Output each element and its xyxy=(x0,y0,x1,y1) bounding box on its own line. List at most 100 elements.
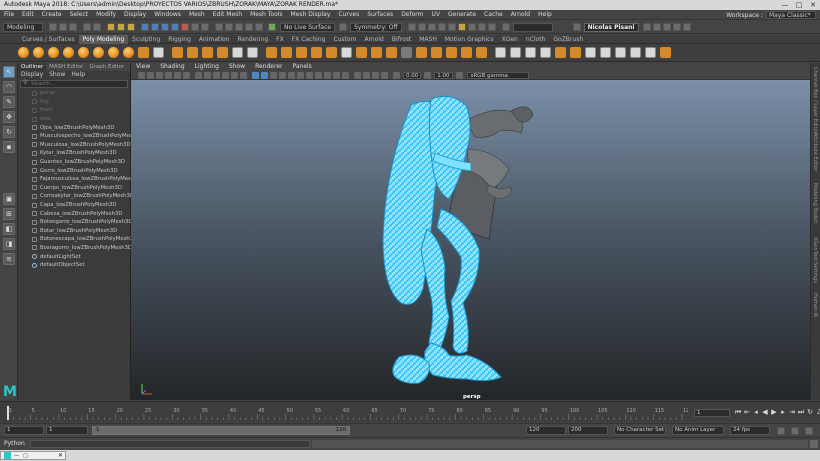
unfold-uv-icon[interactable] xyxy=(600,47,611,58)
minimized-window-min[interactable]: — xyxy=(14,453,19,459)
shelf-tab-bifrost[interactable]: Bifrost xyxy=(388,35,415,44)
snap-to-grid-icon[interactable] xyxy=(215,23,223,31)
combine-icon[interactable] xyxy=(172,47,183,58)
film-gate-icon[interactable] xyxy=(204,71,211,79)
bridge-icon[interactable] xyxy=(281,47,292,58)
outliner-item[interactable]: Capa_lowZBrushPolyMesh3D xyxy=(18,201,130,210)
screen-space-ao-icon[interactable] xyxy=(315,71,322,79)
bevel-icon[interactable] xyxy=(296,47,307,58)
go-to-end-icon[interactable]: ⏭ xyxy=(797,408,805,417)
snap-to-point-icon[interactable] xyxy=(235,23,243,31)
isolate-select-icon[interactable] xyxy=(354,71,361,79)
select-by-surface-icon[interactable] xyxy=(171,23,179,31)
xray-components-icon[interactable] xyxy=(381,71,388,79)
current-frame-field[interactable]: 1 xyxy=(694,409,730,417)
reduce-icon[interactable] xyxy=(247,47,258,58)
snap-to-surface-icon[interactable] xyxy=(245,23,253,31)
viewport-menu-show[interactable]: Show xyxy=(224,63,250,71)
default-material-icon[interactable] xyxy=(270,71,277,79)
outliner-item[interactable]: defaultLightSet xyxy=(18,252,130,261)
hypershade-icon[interactable] xyxy=(457,23,466,31)
playback-end-field[interactable]: 120 xyxy=(526,426,566,435)
viewport-persp[interactable]: View Shading Lighting Show Renderer Pane… xyxy=(131,63,810,400)
outliner-item[interactable]: side xyxy=(18,115,130,124)
outliner-item[interactable]: Ojos_lowZBrushPolyMesh3D xyxy=(18,123,130,132)
menu-select[interactable]: Select xyxy=(66,10,93,20)
spherical-uv-icon[interactable] xyxy=(525,47,536,58)
persp-outliner-layout-icon[interactable]: ◧ xyxy=(3,223,15,235)
exposure-field[interactable]: 0.00 xyxy=(403,71,422,79)
soft-select-icon[interactable] xyxy=(660,47,671,58)
outliner-item[interactable]: Botongorro_lowZBrushPolyMesh3D xyxy=(18,218,132,227)
render-current-frame-icon[interactable] xyxy=(427,23,436,31)
menu-mesh-display[interactable]: Mesh Display xyxy=(287,10,335,20)
gate-mask-icon[interactable] xyxy=(222,71,229,79)
poly-disc-icon[interactable] xyxy=(108,47,119,58)
menu-create[interactable]: Create xyxy=(38,10,66,20)
go-to-start-icon[interactable]: ⏮ xyxy=(734,408,742,417)
2d-pan-zoom-icon[interactable] xyxy=(174,71,181,79)
poly-plane-icon[interactable] xyxy=(93,47,104,58)
snap-to-view-plane-icon[interactable] xyxy=(255,23,263,31)
undo-icon[interactable] xyxy=(83,23,91,31)
character-set-dropdown[interactable]: No Character Set xyxy=(614,426,666,435)
shelf-tab-ncloth[interactable]: nCloth xyxy=(522,35,550,44)
outliner-menu-help[interactable]: Help xyxy=(68,71,88,79)
menu-deform[interactable]: Deform xyxy=(397,10,427,20)
arnold-render-view-icon[interactable] xyxy=(487,23,496,31)
step-back-key-icon[interactable]: ⇤ xyxy=(743,408,751,417)
single-perspective-layout-icon[interactable]: ▣ xyxy=(3,193,15,205)
select-object-icon[interactable] xyxy=(117,23,125,31)
sign-in-icon[interactable] xyxy=(572,23,581,31)
make-hole-icon[interactable] xyxy=(341,47,352,58)
current-time-marker[interactable] xyxy=(7,406,9,420)
loop-icon[interactable]: ↻ xyxy=(806,408,814,417)
shelf-tab-gozbrush[interactable]: GoZBrush xyxy=(549,35,587,44)
tab-attribute-editor[interactable]: Attribute Editor xyxy=(812,133,818,171)
uv-editor-icon[interactable] xyxy=(555,47,566,58)
poly-platonic-icon[interactable] xyxy=(123,47,134,58)
viewport-menu-renderer[interactable]: Renderer xyxy=(250,63,287,71)
uv-shell-icon[interactable] xyxy=(645,47,656,58)
planar-uv-icon[interactable] xyxy=(495,47,506,58)
user-account[interactable]: Nicolas Pisani xyxy=(583,22,639,32)
gamma-field[interactable]: 1.00 xyxy=(434,71,453,79)
wireframe-on-shaded-icon[interactable] xyxy=(279,71,286,79)
outliner-item[interactable]: Gorro_lowZBrushPolyMesh3D xyxy=(18,166,130,175)
poly-cylinder-icon[interactable] xyxy=(48,47,59,58)
multisample-aa-icon[interactable] xyxy=(333,71,340,79)
script-editor-icon[interactable] xyxy=(810,440,818,448)
play-forwards-icon[interactable]: ▶ xyxy=(770,408,778,417)
render-settings-icon[interactable] xyxy=(447,23,456,31)
collapse-icon[interactable] xyxy=(431,47,442,58)
anim-layer-dropdown[interactable]: No Anim Layer xyxy=(672,426,724,435)
menu-surfaces[interactable]: Surfaces xyxy=(363,10,397,20)
poly-cube-icon[interactable] xyxy=(33,47,44,58)
select-tool-icon[interactable]: ↖ xyxy=(3,66,15,78)
outliner-menu-show[interactable]: Show xyxy=(46,71,68,79)
tab-outliner[interactable]: Outliner xyxy=(18,63,47,71)
viewport-menu-shading[interactable]: Shading xyxy=(155,63,189,71)
auto-key-icon[interactable] xyxy=(777,427,785,435)
outliner-item[interactable]: Guantes_lowZBrushPolyMesh3D xyxy=(18,158,130,167)
shelf-tab-curves-surfaces[interactable]: Curves / Surfaces xyxy=(18,35,79,44)
new-scene-icon[interactable] xyxy=(49,23,57,31)
viewport-menu-view[interactable]: View xyxy=(131,63,155,71)
menu-generate[interactable]: Generate xyxy=(444,10,480,20)
menu-display[interactable]: Display xyxy=(120,10,150,20)
menu-edit[interactable]: Edit xyxy=(18,10,38,20)
attribute-editor-icon[interactable] xyxy=(662,23,671,31)
menu-windows[interactable]: Windows xyxy=(150,10,185,20)
rotate-tool-icon[interactable]: ↻ xyxy=(3,126,15,138)
viewport-menu-lighting[interactable]: Lighting xyxy=(190,63,224,71)
symmetry-dropdown[interactable]: Symmetry: Off xyxy=(350,22,402,32)
viewport-menu-panels[interactable]: Panels xyxy=(287,63,316,71)
menu-help[interactable]: Help xyxy=(534,10,556,20)
persp-graph-layout-icon[interactable]: ◨ xyxy=(3,238,15,250)
automatic-uv-icon[interactable] xyxy=(540,47,551,58)
minimized-close-icon[interactable]: ✕ xyxy=(56,452,65,459)
playback-start-field[interactable]: 1 xyxy=(46,426,88,435)
tab-modeling-toolkit[interactable]: Modeling Toolkit xyxy=(812,183,818,223)
time-slider[interactable]: 1 5 10 15 20 25 30 35 40 45 50 55 60 65 70 75 80 85 90 95 10… xyxy=(0,401,820,422)
select-by-curve-icon[interactable] xyxy=(161,23,169,31)
